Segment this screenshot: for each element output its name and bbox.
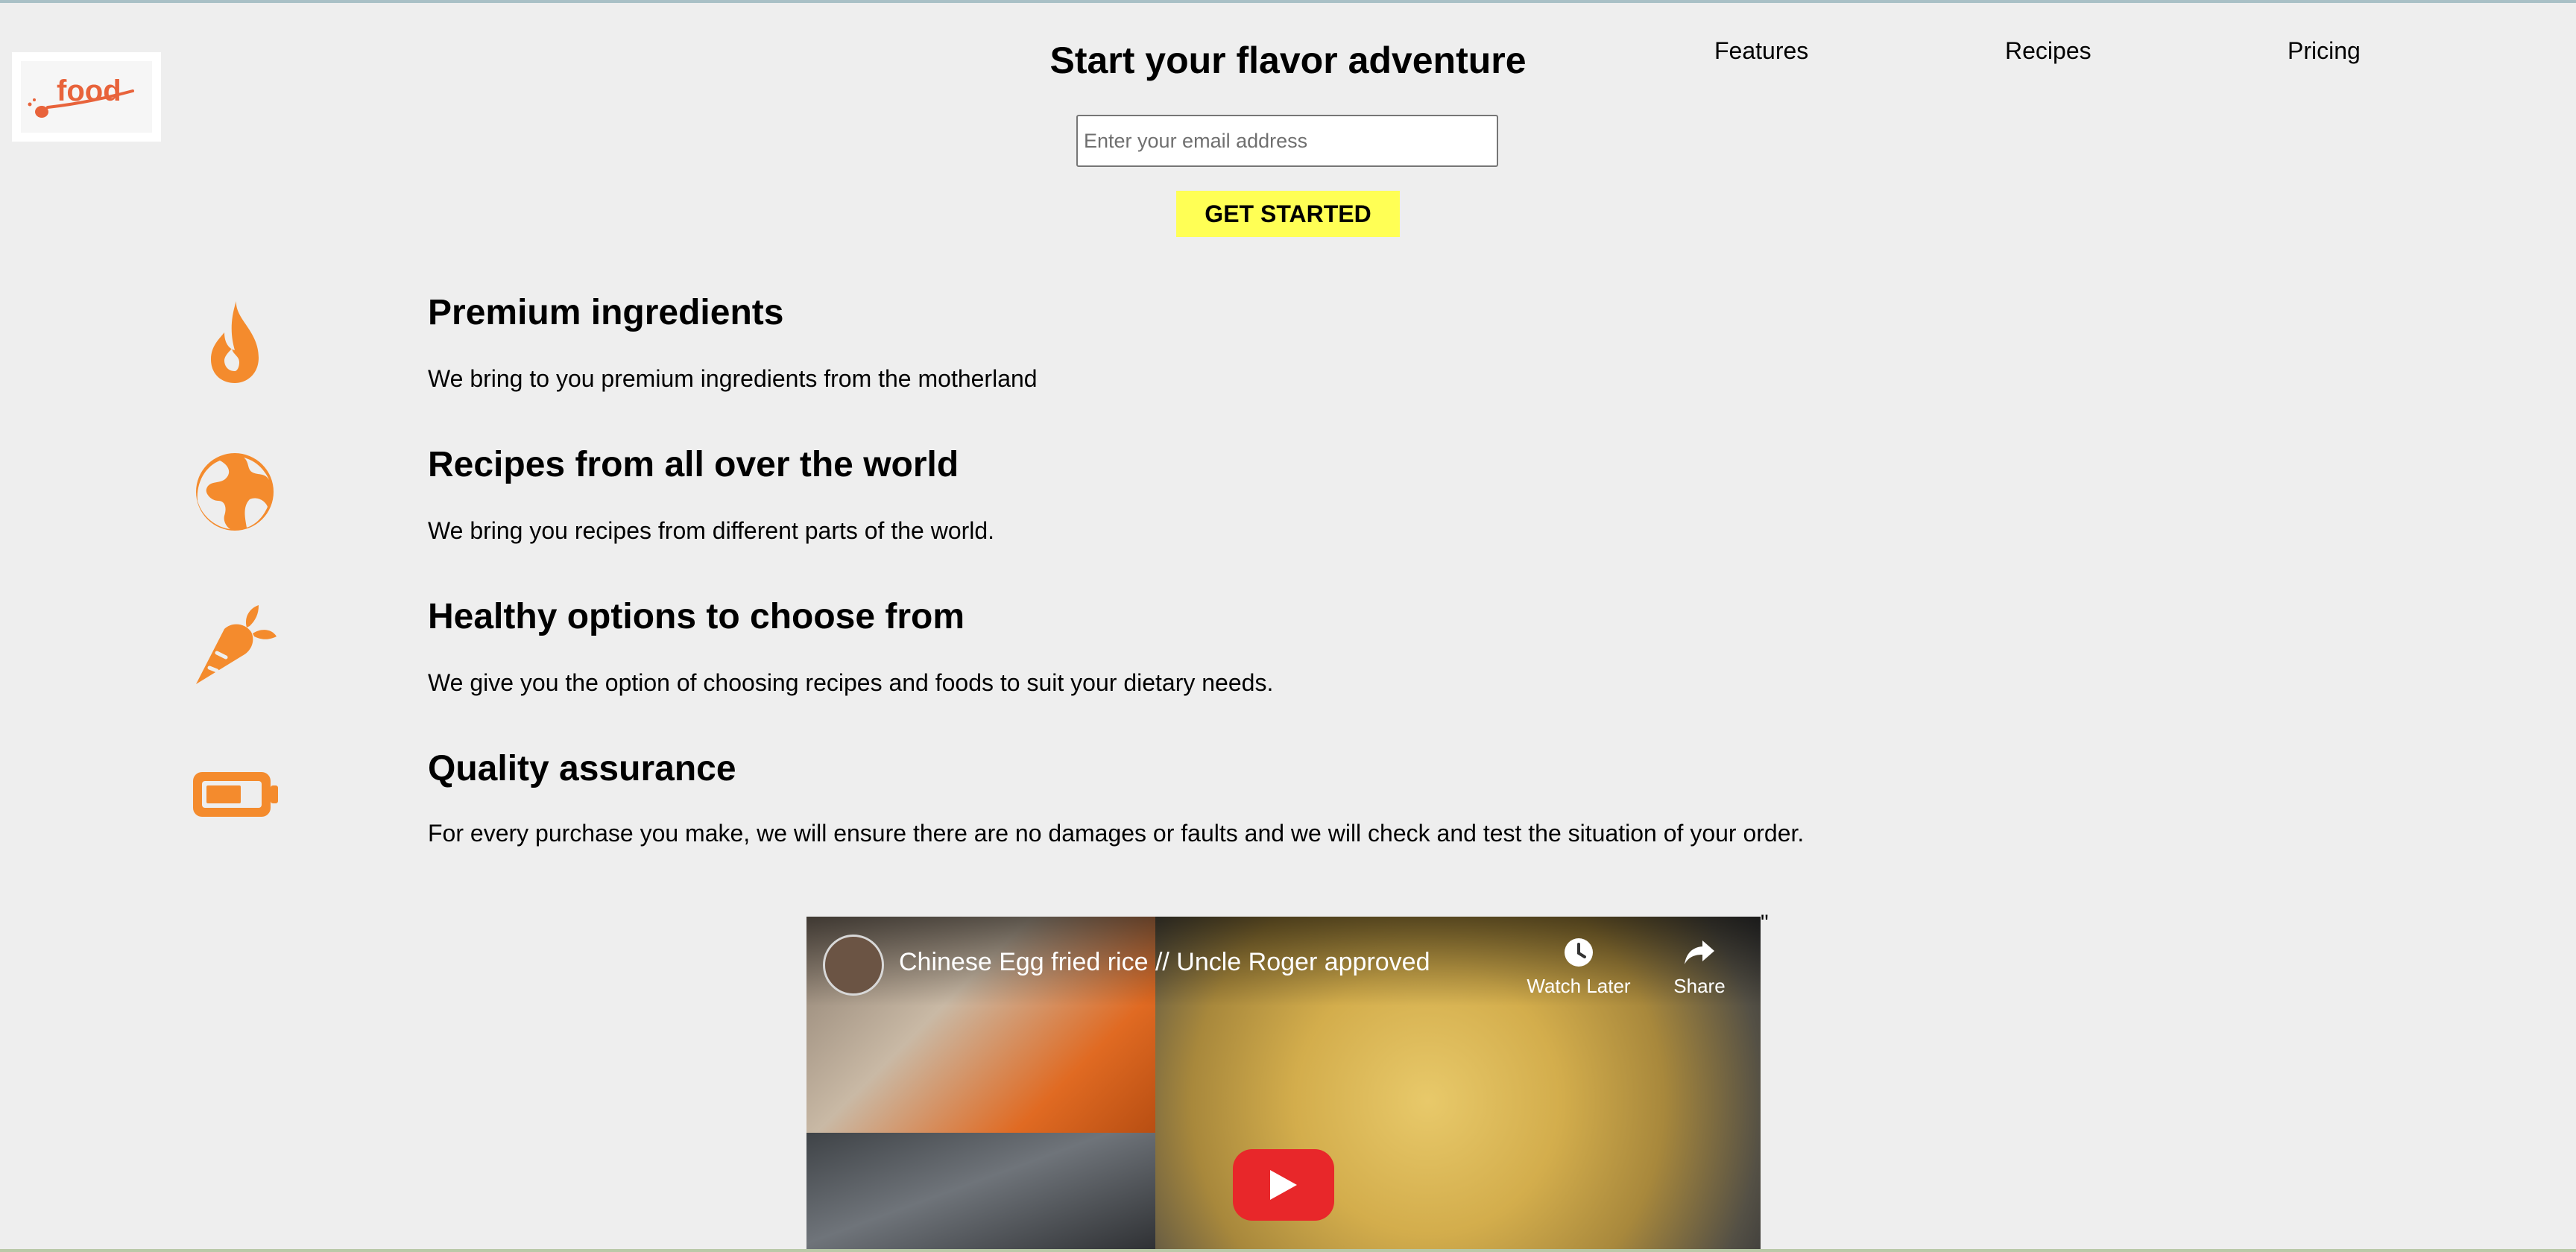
feature-description-quality-assurance: For every purchase you make, we will ens… — [428, 820, 1805, 847]
logo-background: food — [21, 61, 152, 133]
share-label: Share — [1673, 975, 1726, 997]
logo-text: food — [57, 75, 121, 107]
feature-description-healthy-options: We give you the option of choosing recip… — [428, 669, 1274, 696]
get-started-button[interactable]: GET STARTED — [1176, 191, 1400, 237]
clock-icon — [1565, 938, 1593, 967]
nav-link-recipes[interactable]: Recipes — [2005, 37, 2092, 65]
watch-later-button[interactable]: Watch Later — [1527, 936, 1631, 998]
play-button[interactable] — [1233, 1149, 1334, 1221]
feature-title-premium-ingredients: Premium ingredients — [428, 293, 784, 332]
watch-later-label: Watch Later — [1527, 975, 1631, 997]
video-title[interactable]: Chinese Egg fried rice // Uncle Roger ap… — [899, 948, 1430, 977]
share-icon — [1685, 940, 1714, 964]
email-input[interactable] — [1076, 115, 1498, 167]
feature-description-premium-ingredients: We bring to you premium ingredients from… — [428, 365, 1038, 392]
feature-title-recipes-world: Recipes from all over the world — [428, 445, 959, 484]
window-top-border — [0, 0, 2576, 3]
stray-quote-text: " — [1761, 911, 1769, 935]
channel-avatar[interactable] — [823, 935, 884, 996]
feature-title-healthy-options: Healthy options to choose from — [428, 597, 965, 636]
video-player[interactable]: Chinese Egg fried rice // Uncle Roger ap… — [806, 917, 1761, 1252]
food-logo[interactable]: food — [12, 52, 161, 142]
feature-title-quality-assurance: Quality assurance — [428, 749, 736, 788]
nav-link-pricing[interactable]: Pricing — [2288, 37, 2361, 65]
play-icon — [1270, 1170, 1297, 1200]
nav-link-features[interactable]: Features — [1714, 37, 1808, 65]
carrot-icon — [190, 601, 280, 690]
window-bottom-border — [0, 1249, 2576, 1252]
battery-icon — [190, 750, 280, 839]
fire-icon — [190, 297, 280, 386]
hero-title: Start your flavor adventure — [1049, 39, 1527, 81]
share-button[interactable]: Share — [1647, 936, 1752, 998]
video-thumbnail-stove — [806, 1133, 1155, 1252]
globe-icon — [190, 447, 280, 537]
feature-description-recipes-world: We bring you recipes from different part… — [428, 517, 995, 544]
